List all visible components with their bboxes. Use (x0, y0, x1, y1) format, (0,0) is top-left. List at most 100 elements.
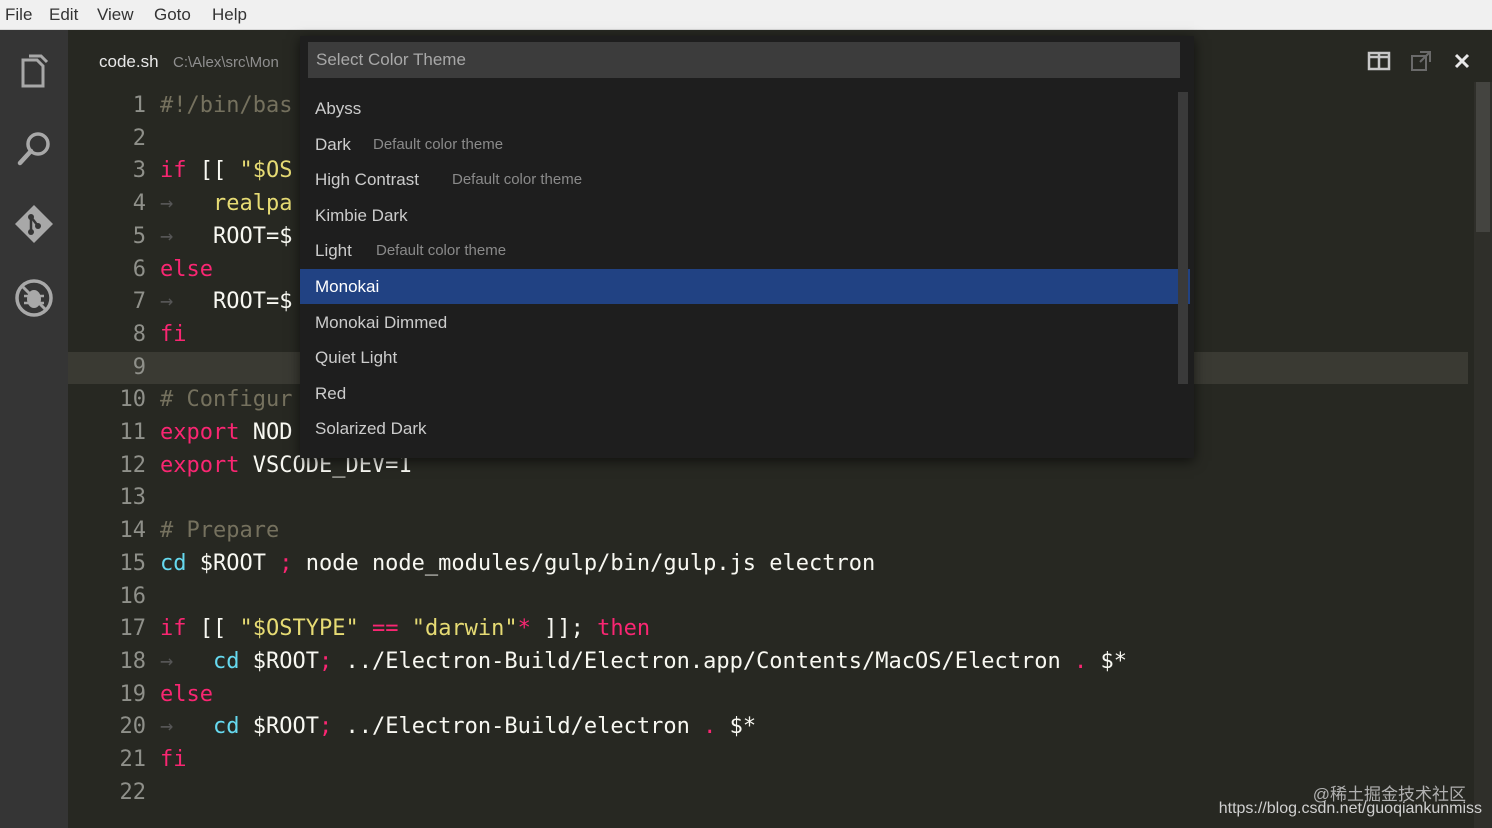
code-token: if (160, 158, 187, 184)
color-theme-quick-pick: Abyss DarkDefault color themeHigh Contras… (300, 36, 1194, 458)
theme-option[interactable]: Solarized Dark (300, 411, 1190, 446)
code-line[interactable]: 14 # Prepare (68, 515, 1468, 547)
code-token: fi (160, 321, 187, 347)
code-text: → cd $ROOT; ../Electron-Build/Electron.a… (160, 646, 1127, 678)
code-token: export (160, 420, 240, 445)
theme-option[interactable]: Red (300, 376, 1190, 411)
line-number: 1 (132, 93, 146, 118)
theme-option[interactable]: Kimbie Dark (300, 198, 1190, 233)
code-token: → (160, 714, 213, 740)
code-token: [[ (186, 616, 240, 642)
line-number: 14 (119, 518, 147, 544)
code-token: ROOT=$ (212, 223, 293, 249)
watermark-url: https://blog.csdn.net/guoqiankunmiss (1218, 800, 1482, 817)
code-line[interactable]: 15 cd $ROOT ; node node_modules/gulp/bin/… (68, 548, 1468, 580)
menu-bar: File Edit View Goto Help (0, 0, 1492, 30)
code-token: → (160, 223, 213, 249)
menu-file[interactable]: File (5, 5, 32, 25)
code-text: fi (160, 319, 187, 351)
code-token: else (160, 681, 213, 707)
code-line[interactable]: 18 → cd $ROOT; ../Electron-Build/Electron… (68, 646, 1468, 678)
line-number: 16 (119, 583, 147, 609)
code-token: "$OSTYPE" (239, 616, 359, 642)
open-side-icon[interactable] (1408, 48, 1434, 74)
code-token: "darwin" (411, 616, 518, 642)
theme-option-label: Kimbie Dark (315, 205, 408, 225)
code-token: #!/bin/bas (160, 93, 293, 118)
theme-option[interactable]: Abyss (300, 91, 1190, 126)
quick-pick-scrollbar[interactable] (1178, 92, 1188, 384)
theme-option[interactable]: Light Default color theme (300, 233, 1190, 268)
code-token: [[ (186, 158, 240, 184)
theme-option-description: Default color theme (452, 171, 583, 189)
line-number: 20 (119, 714, 147, 740)
theme-option[interactable]: Dark Default color theme (300, 127, 1190, 162)
code-token: $* (716, 714, 757, 740)
theme-option-label: Solarized Dark (315, 419, 427, 439)
menu-edit[interactable]: Edit (49, 5, 78, 25)
debug-icon[interactable] (12, 276, 56, 320)
code-token: ROOT=$ (212, 289, 293, 315)
code-token: cd (212, 714, 240, 740)
git-icon[interactable] (12, 202, 56, 246)
code-token: * (517, 616, 531, 642)
line-number: 18 (119, 648, 147, 674)
activity-bar (0, 30, 68, 828)
theme-option[interactable]: Monokai Dimmed (300, 305, 1190, 340)
theme-option[interactable]: Quiet Light (300, 340, 1190, 375)
editor-scrollbar-thumb[interactable] (1476, 82, 1490, 232)
theme-option-label: Quiet Light (315, 348, 398, 368)
theme-option-label: Monokai (315, 277, 380, 296)
files-icon[interactable] (12, 52, 56, 96)
theme-option[interactable]: High Contrast Default color theme (300, 162, 1190, 197)
code-token: ../Electron-Build/Electron.app/Contents/… (332, 648, 1074, 674)
theme-option-label: Abyss (315, 99, 362, 118)
editor-file-path: C:\Alex\src\Mon (173, 54, 279, 71)
split-editor-icon[interactable] (1366, 48, 1392, 74)
theme-option[interactable]: Monokai (300, 269, 1190, 304)
close-icon[interactable] (1449, 48, 1475, 74)
editor-file-name[interactable]: code.sh (99, 52, 159, 72)
code-line[interactable]: 16 (68, 581, 1468, 613)
code-token: == (371, 616, 399, 642)
line-number: 21 (119, 747, 147, 772)
line-number: 9 (132, 354, 146, 380)
code-text: → ROOT=$ (160, 286, 292, 318)
menu-view[interactable]: View (97, 5, 134, 25)
code-line[interactable]: 13 (68, 482, 1468, 514)
editor-scrollbar[interactable] (1474, 82, 1492, 828)
code-line[interactable]: 17 if [[ "$OSTYPE" == "darwin"* ]]; then (68, 613, 1468, 645)
code-line[interactable]: 20 → cd $ROOT; ../Electron-Build/electron… (68, 711, 1468, 743)
code-token: ../Electron-Build/electron (332, 714, 704, 740)
code-token: ]]; (530, 616, 598, 642)
menu-goto[interactable]: Goto (154, 5, 191, 25)
code-token: . (703, 714, 717, 740)
code-token: → (160, 648, 213, 674)
theme-option-label: Red (315, 383, 347, 403)
quick-pick-input[interactable] (308, 42, 1180, 78)
line-number: 10 (119, 387, 147, 413)
code-line[interactable]: 21 fi (68, 744, 1468, 776)
code-token: export (160, 452, 240, 478)
code-token: ; (279, 550, 293, 576)
line-number: 17 (119, 616, 147, 642)
theme-option-label: Light (315, 241, 352, 261)
line-number: 15 (119, 550, 147, 576)
menu-help[interactable]: Help (212, 5, 247, 25)
code-text: fi (160, 744, 187, 776)
search-icon[interactable] (12, 126, 56, 170)
line-number: 3 (132, 158, 146, 184)
code-line[interactable]: 19 else (68, 679, 1468, 711)
code-text: cd $ROOT ; node node_modules/gulp/bin/gu… (160, 548, 875, 580)
code-token: # Configur (160, 387, 293, 413)
line-number: 4 (132, 191, 146, 217)
line-number: 22 (119, 779, 147, 805)
code-text: → cd $ROOT; ../Electron-Build/electron .… (160, 711, 756, 743)
code-token: $ROOT (239, 648, 319, 674)
theme-option-label: Monokai Dimmed (315, 312, 448, 332)
code-token: fi (160, 747, 187, 772)
code-token: node node_modules/gulp/bin/gulp.js elect… (292, 550, 876, 576)
code-token: → (160, 289, 213, 315)
code-text: → realpa (160, 188, 292, 220)
